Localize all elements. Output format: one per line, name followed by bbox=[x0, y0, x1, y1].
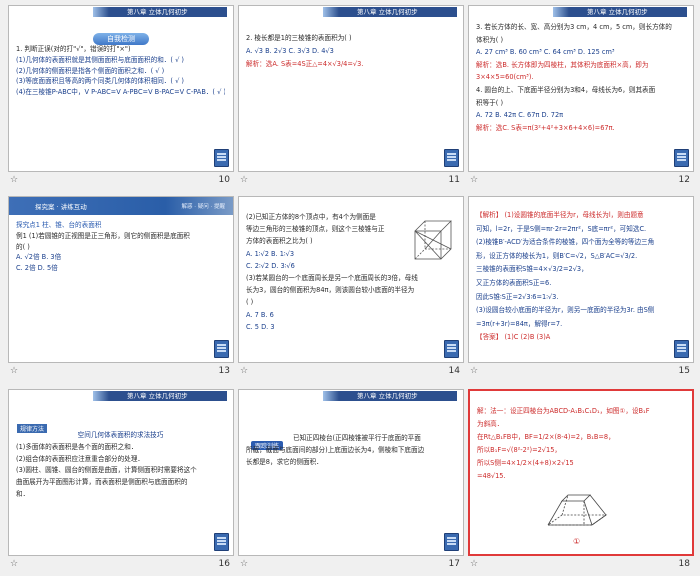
method-line: (3)圆柱、圆锥、圆台的侧面是曲面，计算侧面积时需要将这个 bbox=[16, 466, 197, 475]
method-line: 曲面展开为平面图形计算，而表面积是侧面积与底面面积的 bbox=[16, 478, 188, 487]
slide-number: 11 bbox=[448, 175, 460, 185]
options-line: C. 2倍 D. 5倍 bbox=[16, 264, 58, 273]
slide-number: 15 bbox=[678, 366, 690, 376]
notes-icon bbox=[214, 533, 229, 551]
question-line: 4. 圆台的上、下底面半径分别为3和4，母线长为6，则其表面 bbox=[476, 85, 656, 94]
solution-line: 三棱锥的表面积S锥=4×√3/2=2√3， bbox=[476, 265, 588, 274]
question-line: 所截，截面与底面间的部分)上底面边长为4，侧棱和下底面边 bbox=[246, 446, 425, 454]
notes-icon bbox=[444, 533, 459, 551]
slide-number: 17 bbox=[448, 559, 460, 569]
slide-number: 12 bbox=[678, 175, 690, 185]
slide-banner: 探究案 · 讲练互动 解惑 · 疑问 · 提醒 bbox=[9, 197, 233, 215]
question-line: 积等于( ) bbox=[476, 98, 504, 107]
method-line: 和． bbox=[16, 489, 30, 498]
section-heading: 探究点1 柱、锥、台的表面积 bbox=[16, 221, 102, 229]
notes-icon bbox=[444, 340, 459, 358]
method-heading: 空间几何体表面积的求法技巧 bbox=[77, 431, 164, 439]
slide-header: 第八章 立体几何初步 bbox=[239, 390, 463, 403]
solution-line: =3π(r+3r)=84π，解得r=7. bbox=[476, 319, 563, 328]
notes-icon bbox=[444, 149, 459, 167]
solution-line: 所以B₁F=√(8²-2²)=2√15， bbox=[477, 446, 561, 454]
solution-line: 因此S锥∶S正=2√3∶6=1∶√3. bbox=[476, 292, 559, 301]
solution-line: 【解析】 (1)设圆锥的底面半径为r，母线长为l，则由题意 bbox=[476, 211, 644, 219]
figure-label: ① bbox=[573, 537, 581, 546]
solution-line: =48√15. bbox=[477, 472, 506, 480]
star-icon[interactable]: ☆ bbox=[470, 559, 478, 569]
star-icon[interactable]: ☆ bbox=[10, 366, 18, 376]
star-icon[interactable]: ☆ bbox=[240, 175, 248, 185]
question-line: (1)几何体的表面积就是其侧面面积与底面面积的和．( √ ) bbox=[16, 55, 184, 64]
question-line: 的( ) bbox=[16, 242, 30, 251]
solution-line: 又正方体的表面积S正=6. bbox=[476, 278, 552, 287]
solution-line: 可知，l=2r，于是S侧=πr·2r=2πr²，S底=πr²，可知选C. bbox=[476, 224, 647, 233]
question-line: 长都是8，求它的侧面积． bbox=[246, 458, 323, 467]
solution-line: 形，设正方体的棱长为1，则B′C=√2，S△B′AC=√3/2. bbox=[476, 251, 638, 260]
method-line: (1)多面体的表面积是各个面的面积之和． bbox=[16, 442, 138, 451]
slide-number: 10 bbox=[218, 175, 230, 185]
options-line: C. 5 D. 3 bbox=[246, 322, 275, 331]
solution-line: 解：法一：设正四棱台为ABCD-A₁B₁C₁D₁，如图①，设B₁F bbox=[477, 407, 650, 415]
question-line: 1. 判断正误(对的打"√"，错误的打"×") bbox=[16, 45, 131, 53]
solution-line: 解析：选C. S表=π(3²+4²+3×6+4×6)=67π. bbox=[476, 123, 615, 132]
star-icon[interactable]: ☆ bbox=[10, 175, 18, 185]
question-line: 长为3，圆台的侧面积为84π，则该圆台较小底面的半径为 bbox=[246, 286, 415, 295]
options-line: A. 72 B. 42π C. 67π D. 72π bbox=[476, 111, 564, 120]
slide-number: 18 bbox=[678, 559, 690, 569]
slide-header: 第八章 立体几何初步 bbox=[239, 6, 463, 19]
notes-icon bbox=[214, 149, 229, 167]
options-line: A. 7 B. 6 bbox=[246, 310, 274, 319]
options-line: A. √2倍 B. 3倍 bbox=[16, 253, 62, 262]
slide-header: 第八章 立体几何初步 bbox=[9, 390, 233, 403]
answer-line: 【答案】 (1)C (2)B (3)A bbox=[476, 333, 551, 342]
slide-header: 第八章 立体几何初步 bbox=[9, 6, 233, 19]
star-icon[interactable]: ☆ bbox=[470, 366, 478, 376]
star-icon[interactable]: ☆ bbox=[240, 559, 248, 569]
question-line: 体积为( ) bbox=[476, 35, 504, 44]
notes-icon bbox=[674, 340, 689, 358]
cube-diagram bbox=[414, 220, 452, 260]
question-line: (4)在三棱锥P-ABC中，V P-ABC=V A-PBC=V B-PAC=V … bbox=[16, 88, 225, 97]
options-line: A. √3 B. 2√3 C. 3√3 D. 4√3 bbox=[246, 47, 334, 55]
star-icon[interactable]: ☆ bbox=[10, 559, 18, 569]
solution-line: 解析：选A. S表=4S正△=4×√3/4=√3. bbox=[246, 60, 364, 68]
slide-header: 第八章 立体几何初步 bbox=[469, 6, 693, 19]
question-line: 3. 若长方体的长、宽、高分别为3 cm，4 cm，5 cm，则长方体的 bbox=[476, 23, 672, 31]
question-line: ( ) bbox=[246, 298, 254, 307]
slide-number: 14 bbox=[448, 366, 460, 376]
solution-line: (2)棱锥B′-ACD′为适合条件的棱锥，四个面为全等的等边三角 bbox=[476, 238, 655, 247]
question-line: (2)几何体的侧面积是指各个侧面的面积之和．( √ ) bbox=[16, 66, 165, 75]
method-line: (2)组合体的表面积应注意重合部分的处理． bbox=[16, 454, 145, 463]
slide-number: 13 bbox=[218, 366, 230, 376]
solution-line: 在Rt△B₁FB中，BF=1/2×(8-4)=2，B₁B=8， bbox=[477, 433, 615, 441]
notes-icon bbox=[214, 340, 229, 358]
solution-line: 解析：选B. 长方体即为四棱柱，其体积为底面积×高，即为 bbox=[476, 60, 649, 69]
solution-line: 为斜高． bbox=[477, 420, 504, 428]
notes-icon bbox=[674, 149, 689, 167]
options-line: A. 27 cm³ B. 60 cm³ C. 64 cm³ D. 125 cm³ bbox=[476, 48, 615, 57]
question-line: 例1 (1)若圆锥的正视图是正三角形，则它的侧面积是底面积 bbox=[16, 231, 190, 240]
question-line: 已知正四棱台(正四棱锥被平行于底面的平面 bbox=[293, 434, 421, 442]
question-line: (3)若某圆台的一个底面周长是另一个底面周长的3倍，母线 bbox=[246, 274, 418, 283]
solution-line: 所以S侧=4×1/2×(4+8)×2√15 bbox=[477, 459, 574, 467]
solution-line: (3)设圆台较小底面的半径为r，则另一底面的半径为3r. 由S侧 bbox=[476, 306, 655, 315]
star-icon[interactable]: ☆ bbox=[470, 175, 478, 185]
slide-number: 16 bbox=[218, 559, 230, 569]
question-line: (3)等底面面积且等高的两个同类几何体的体积相同．( √ ) bbox=[16, 77, 184, 86]
star-icon[interactable]: ☆ bbox=[240, 366, 248, 376]
solution-line: 3×4×5=60(cm³). bbox=[476, 73, 534, 82]
question-line: 2. 棱长都是1的三棱锥的表面积为( ) bbox=[246, 34, 352, 42]
frustum-diagram bbox=[546, 494, 608, 526]
